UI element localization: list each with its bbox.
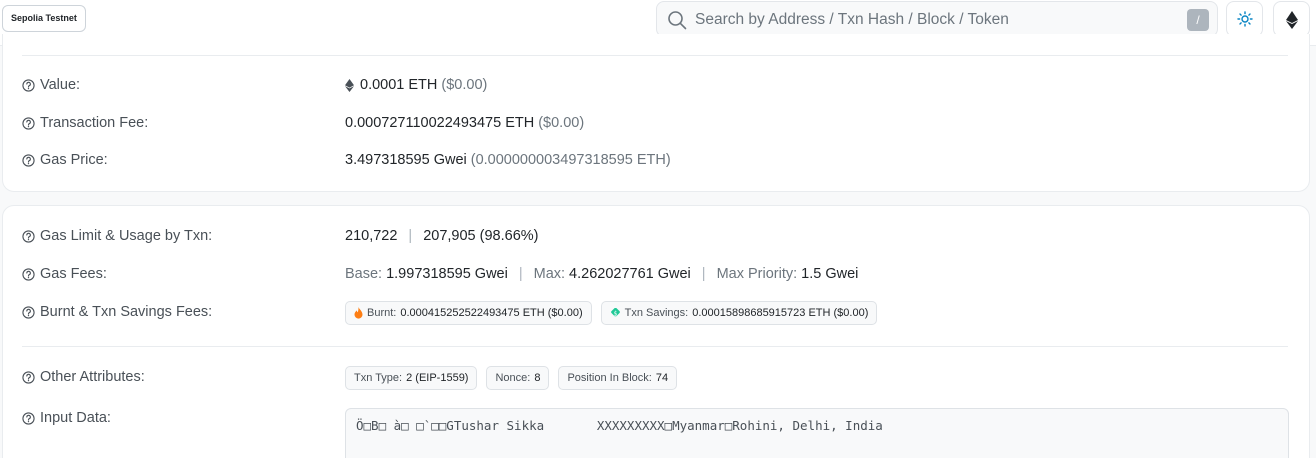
question-circle-icon[interactable] xyxy=(22,116,35,130)
savings-pill: $ Txn Savings: 0.00015898685915723 ETH (… xyxy=(600,301,878,325)
gas-price-amount: 3.497318595 Gwei (0.000000003497318595 E… xyxy=(345,150,671,170)
gas-fees-value: Base: 1.997318595 Gwei | Max: 4.26202776… xyxy=(345,264,858,284)
fee-label: Transaction Fee: xyxy=(22,113,148,133)
burnt-savings-value: Burnt: 0.000415252522493475 ETH ($0.00) … xyxy=(345,301,886,325)
question-circle-icon[interactable] xyxy=(22,305,35,319)
theme-toggle-button[interactable] xyxy=(1226,1,1263,37)
burnt-label: Burnt: xyxy=(367,307,397,319)
question-circle-icon[interactable] xyxy=(22,370,35,384)
input-data-textarea[interactable]: Ö□B□ à□ □`□□GTushar Sikka XXXXXXXXX□Myan… xyxy=(345,408,1289,458)
burnt-value: 0.000415252522493475 ETH ($0.00) xyxy=(400,307,583,319)
max-priority-value: 1.5 Gwei xyxy=(801,266,859,282)
input-data-text: Ö□B□ à□ □`□□GTushar Sikka XXXXXXXXX□Myan… xyxy=(356,418,883,433)
value-label: Value: xyxy=(22,75,80,95)
gas-limit-label-text: Gas Limit & Usage by Txn: xyxy=(40,228,213,244)
fee-amount: 0.000727110022493475 ETH ($0.00) xyxy=(345,113,584,133)
svg-text:$: $ xyxy=(613,310,617,317)
separator: | xyxy=(518,266,523,282)
search-bar[interactable]: Search by Address / Txn Hash / Block / T… xyxy=(656,1,1218,37)
burnt-savings-label-text: Burnt & Txn Savings Fees: xyxy=(40,304,213,320)
ethereum-icon xyxy=(1286,11,1298,29)
input-data-label: Input Data: xyxy=(22,408,111,428)
separator: | xyxy=(701,266,706,282)
divider xyxy=(22,346,1288,347)
fire-icon xyxy=(354,307,363,319)
base-fee-label: Base: xyxy=(345,266,383,282)
burnt-pill: Burnt: 0.000415252522493475 ETH ($0.00) xyxy=(345,301,592,325)
question-circle-icon[interactable] xyxy=(22,229,35,243)
max-fee-label: Max: xyxy=(533,266,566,282)
position-pill: Position In Block: 74 xyxy=(558,366,678,390)
gas-price-eth: (0.000000003497318595 ETH) xyxy=(470,152,671,168)
savings-label: Txn Savings: xyxy=(624,307,689,319)
input-data-label-text: Input Data: xyxy=(40,410,111,426)
txn-type-value: 2 (EIP-1559) xyxy=(406,372,469,384)
gas-usage: 207,905 (98.66%) xyxy=(423,228,539,244)
gas-price-label-text: Gas Price: xyxy=(40,152,108,168)
sun-icon xyxy=(1237,11,1253,27)
network-switch-button[interactable] xyxy=(1273,1,1310,37)
other-attributes-value: Txn Type: 2 (EIP-1559) Nonce: 8 Position… xyxy=(345,366,686,390)
fee-usd: ($0.00) xyxy=(538,115,585,131)
network-badge[interactable]: Sepolia Testnet xyxy=(2,5,86,32)
value-eth: 0.0001 ETH xyxy=(360,77,438,93)
txn-type-pill: Txn Type: 2 (EIP-1559) xyxy=(345,366,478,390)
separator: | xyxy=(408,228,413,244)
other-attributes-label: Other Attributes: xyxy=(22,367,145,387)
txn-type-label: Txn Type: xyxy=(354,372,403,384)
value-usd: ($0.00) xyxy=(441,77,488,93)
search-shortcut-badge: / xyxy=(1187,9,1209,31)
savings-value: 0.00015898685915723 ETH ($0.00) xyxy=(692,307,869,319)
max-fee-value: 4.262027761 Gwei xyxy=(569,266,691,282)
savings-icon: $ xyxy=(610,307,620,317)
other-attributes-label-text: Other Attributes: xyxy=(40,369,145,385)
position-label: Position In Block: xyxy=(567,372,652,384)
base-fee-value: 1.997318595 Gwei xyxy=(386,266,508,282)
divider xyxy=(22,55,1288,56)
question-circle-icon[interactable] xyxy=(22,78,35,92)
gas-limit-value: 210,722 | 207,905 (98.66%) xyxy=(345,226,538,246)
search-input[interactable]: Search by Address / Txn Hash / Block / T… xyxy=(695,2,1009,38)
question-circle-icon[interactable] xyxy=(22,153,35,167)
gas-price-label: Gas Price: xyxy=(22,150,108,170)
gas-limit-label: Gas Limit & Usage by Txn: xyxy=(22,226,212,246)
nonce-label: Nonce: xyxy=(495,372,531,384)
gas-price-gwei: 3.497318595 Gwei xyxy=(345,152,467,168)
burnt-savings-label: Burnt & Txn Savings Fees: xyxy=(22,302,212,322)
position-value: 74 xyxy=(655,372,669,384)
max-priority-label: Max Priority: xyxy=(716,266,798,282)
nonce-value: 8 xyxy=(534,372,541,384)
question-circle-icon[interactable] xyxy=(22,267,35,281)
fee-label-text: Transaction Fee: xyxy=(40,115,149,131)
fee-eth: 0.000727110022493475 ETH xyxy=(345,115,535,131)
nonce-pill: Nonce: 8 xyxy=(486,366,550,390)
gas-fees-label-text: Gas Fees: xyxy=(40,266,107,282)
ethereum-icon xyxy=(345,78,354,92)
gas-fees-label: Gas Fees: xyxy=(22,264,107,284)
value-label-text: Value: xyxy=(40,77,81,93)
question-circle-icon[interactable] xyxy=(22,411,35,425)
value-amount: 0.0001 ETH ($0.00) xyxy=(345,75,487,95)
gas-limit: 210,722 xyxy=(345,228,398,244)
search-icon xyxy=(668,11,687,30)
